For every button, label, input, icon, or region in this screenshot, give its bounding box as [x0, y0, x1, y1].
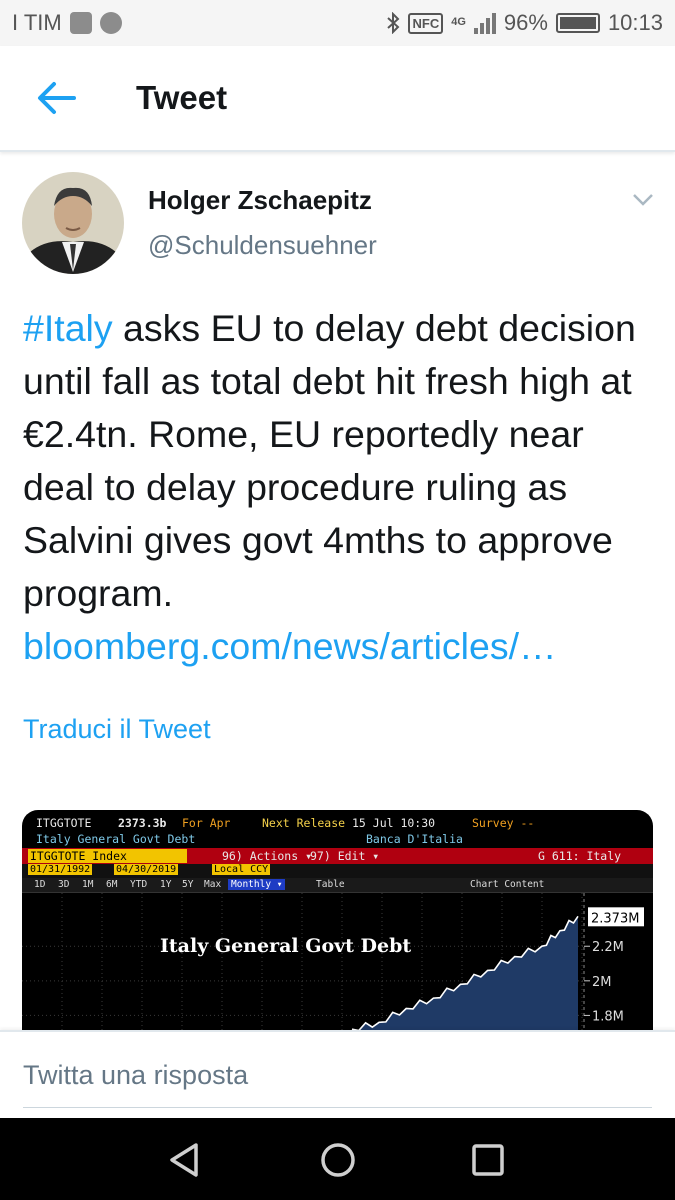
ticker-label: ITGGTOTE [36, 816, 92, 830]
chevron-down-icon[interactable] [631, 190, 655, 210]
date-from: 01/31/1992 [28, 864, 93, 875]
article-link[interactable]: bloomberg.com/news/articles/… [23, 625, 557, 667]
tweet-body: asks EU to delay debt decision until fal… [23, 307, 636, 614]
avatar[interactable] [22, 172, 124, 274]
chart-title: Italy General Govt Debt [160, 935, 411, 957]
index-label: ITGGTOTE Index [28, 849, 187, 863]
tweet-media-image[interactable]: ITGGTOTE 2373.3b For Apr Next Release 15… [22, 810, 653, 1050]
range-button: 1Y [160, 879, 172, 890]
next-release-label: Next Release [262, 816, 346, 830]
range-button: 6M [106, 879, 118, 890]
range-button: Max [204, 879, 222, 890]
clock: 10:13 [607, 10, 663, 35]
battery-icon [555, 13, 600, 33]
tweet-author[interactable]: Holger Zschaepitz @Schuldensuehner [22, 172, 377, 274]
status-bar: I TIM NFC 4G 96% 10:13 [0, 0, 675, 46]
nfc-icon: NFC [408, 12, 444, 34]
edit-menu: 97) Edit ▾ [310, 849, 380, 863]
series-description: Italy General Govt Debt [36, 832, 196, 846]
circle-home-icon[interactable] [318, 1140, 358, 1180]
last-value-label: 2.373M [591, 911, 639, 926]
y-tick-label: 2M [592, 975, 612, 990]
hashtag-link[interactable]: #Italy [23, 307, 113, 349]
y-tick-label: 1.8M [592, 1009, 624, 1024]
system-nav-bar [0, 1118, 675, 1200]
avatar-image [22, 172, 124, 274]
range-button: 1M [82, 879, 94, 890]
frequency-select: Monthly ▾ [228, 879, 286, 890]
debt-chart: Italy General Govt Debt 2.2M 2M 1.8M 2.373M [22, 893, 644, 1050]
y-tick-label: 2.2M [592, 940, 624, 955]
gallery-notification-icon [69, 12, 92, 34]
tweet-text: #Italy asks EU to delay debt decision un… [23, 302, 653, 673]
range-button: 1D [34, 879, 46, 890]
signal-icon [473, 12, 496, 34]
bluetooth-icon [387, 12, 400, 34]
bloomberg-date-bar: 01/31/1992 04/30/2019 Local CCY [22, 864, 653, 878]
page-title: Tweet [136, 79, 228, 116]
currency-select: Local CCY [212, 864, 271, 875]
author-handle[interactable]: @Schuldensuehner [148, 230, 377, 261]
chart-content-button: Chart Content [470, 879, 545, 890]
reply-input[interactable]: Twitta una risposta [23, 1060, 248, 1091]
bloomberg-range-bar: 1D 3D 1M 6M YTD 1Y 5Y Max Monthly ▾ Tabl… [22, 878, 653, 893]
battery-percent: 96% [503, 10, 548, 35]
range-button: YTD [130, 879, 148, 890]
square-recents-icon[interactable] [468, 1140, 508, 1180]
survey-label: Survey -- [472, 816, 535, 830]
ticker-value: 2373.3b [118, 816, 167, 830]
triangle-back-icon[interactable] [166, 1140, 206, 1180]
reply-bar: Twitta una risposta [0, 1030, 675, 1118]
period-label: For Apr [182, 816, 231, 830]
bloomberg-command-bar: ITGGTOTE Index 96) Actions ▾ 97) Edit ▾ … [22, 848, 653, 877]
range-button: 5Y [182, 879, 194, 890]
author-name[interactable]: Holger Zschaepitz [148, 185, 377, 216]
source-label: Banca D'Italia [366, 832, 463, 846]
range-button: 3D [58, 879, 70, 890]
check-notification-icon [99, 12, 122, 34]
translate-tweet-link[interactable]: Traduci il Tweet [23, 714, 211, 745]
app-header: Tweet [0, 46, 675, 152]
table-button: Table [316, 879, 345, 890]
actions-menu: 96) Actions ▾ [222, 849, 313, 863]
arrow-left-icon [38, 82, 76, 114]
date-to: 04/30/2019 [114, 864, 179, 875]
next-release-date: 15 Jul 10:30 [352, 816, 436, 830]
carrier-label: I TIM [12, 10, 62, 35]
network-type-label: 4G [451, 16, 466, 28]
back-button[interactable] [0, 45, 112, 151]
